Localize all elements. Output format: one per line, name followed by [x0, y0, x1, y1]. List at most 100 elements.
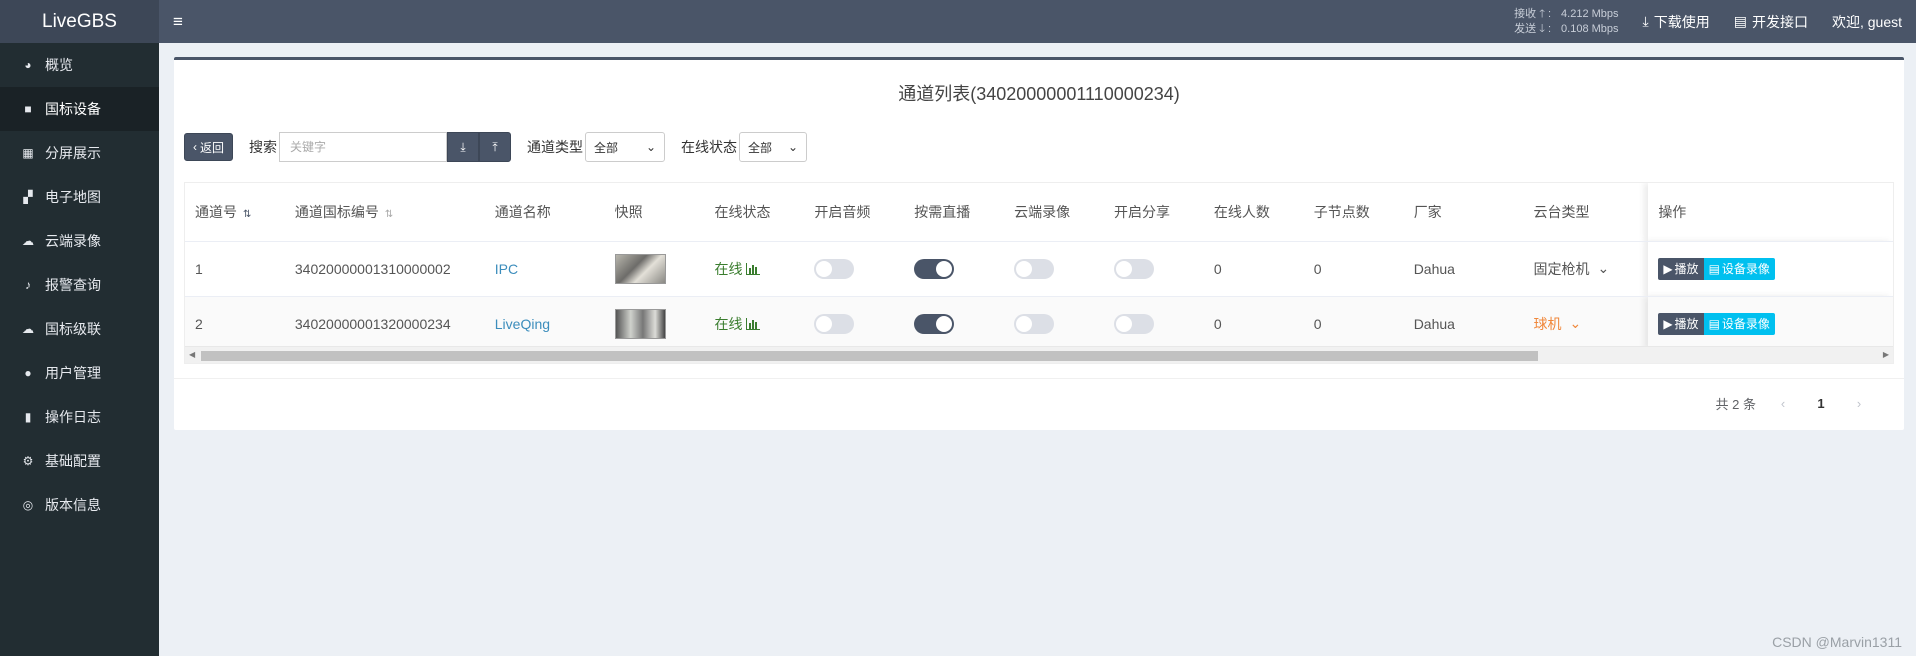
snapshot-thumbnail[interactable] [614, 308, 666, 339]
audio-switch[interactable] [814, 313, 855, 334]
scroll-right-icon[interactable]: ▶ [1883, 350, 1889, 359]
play-button[interactable]: ▶ 播放 [1658, 257, 1704, 280]
sidebar-item-label: 概览 [45, 57, 73, 73]
online-status-text: 在线 [714, 315, 743, 332]
sidebar-item-label: 版本信息 [45, 497, 101, 513]
video-camera-icon: ■ [24, 102, 32, 116]
cell-gb-code: 34020000001310000002 [284, 241, 485, 297]
table-header-row: 通道号 ⇅ 通道国标编号 ⇅ 通道名称 快照 在线状态 开启音频 按需直播 云端录像… [185, 183, 1893, 242]
sidebar-item-label: 操作日志 [45, 409, 101, 425]
bitrate-display: 接收 🡑 : 4.212 Mbps 发送 🡓 : 0.108 Mbps [1514, 7, 1619, 35]
column-header-name: 通道名称 [484, 183, 605, 242]
sidebar-item-cloud-record[interactable]: ☁ 云端录像 [0, 219, 159, 263]
horizontal-scrollbar[interactable]: ◀ ▶ [185, 346, 1893, 363]
snapshot-thumbnail[interactable] [614, 253, 666, 284]
sidebar-item-alarm[interactable]: ♪ 报警查询 [0, 263, 159, 307]
sort-icon[interactable]: ⇅ [385, 209, 393, 220]
table-row: 1 34020000001310000002 IPC 在线 0 0 Dahua … [185, 241, 1893, 297]
users-icon: ● [24, 366, 32, 380]
column-header-snapshot: 快照 [604, 183, 705, 242]
column-header-online-count: 在线人数 [1203, 183, 1304, 242]
upload-button[interactable]: ⤒ [479, 132, 512, 162]
search-input[interactable] [279, 132, 448, 162]
download-link[interactable]: ⤓ 下载使用 [1643, 12, 1710, 32]
api-link[interactable]: ▤ 开发接口 [1734, 12, 1808, 32]
sidebar-item-map[interactable]: ▞ 电子地图 [0, 175, 159, 219]
sort-icon[interactable]: ⇅ [243, 209, 251, 220]
audio-switch[interactable] [814, 258, 855, 279]
channel-name-link[interactable]: LiveQing [495, 316, 550, 332]
sidebar-item-overview[interactable]: ◕ 概览 [0, 43, 159, 87]
cloud-record-switch[interactable] [1014, 258, 1055, 279]
chevron-down-icon: ⌄ [1597, 260, 1610, 276]
column-header-share: 开启分享 [1104, 183, 1204, 242]
sidebar-item-split-screen[interactable]: ▦ 分屏展示 [0, 131, 159, 175]
chevron-down-icon: ⌄ [645, 140, 657, 154]
hamburger-icon[interactable]: ≡ [173, 12, 193, 32]
back-label: 返回 [200, 140, 225, 155]
sidebar-item-label: 报警查询 [45, 277, 101, 293]
sidebar-item-label: 用户管理 [45, 365, 101, 381]
bar-chart-icon[interactable] [746, 317, 761, 333]
play-icon: ▶ [1663, 316, 1673, 331]
chevron-left-icon: ‹ [193, 140, 197, 154]
sidebar-item-config[interactable]: ⚙ 基础配置 [0, 439, 159, 483]
ptz-type-select[interactable]: 球机 ⌄ [1533, 314, 1648, 334]
sidebar-item-logs[interactable]: ▮ 操作日志 [0, 395, 159, 439]
sidebar-item-label: 国标级联 [45, 321, 101, 337]
prev-page-icon[interactable]: ‹ [1764, 396, 1802, 411]
share-switch[interactable] [1114, 313, 1155, 334]
cloud-record-switch[interactable] [1014, 313, 1055, 334]
cell-channel-no: 2 [185, 296, 285, 352]
sidebar-item-label: 基础配置 [45, 453, 101, 469]
column-header-on-demand: 按需直播 [904, 183, 1005, 242]
cell-children: 0 [1303, 241, 1404, 297]
top-header: LiveGBS ≡ 接收 🡑 : 4.212 Mbps 发送 🡓 : 0.108… [0, 0, 1916, 43]
app-logo[interactable]: LiveGBS [0, 0, 159, 43]
channel-type-select[interactable]: 全部 ⌄ [585, 132, 666, 162]
device-record-button[interactable]: ▤ 设备录像 [1703, 257, 1775, 280]
chevron-down-icon: ⌄ [787, 140, 799, 154]
column-header-gb-code[interactable]: 通道国标编号 ⇅ [284, 183, 485, 242]
device-record-button[interactable]: ▤ 设备录像 [1703, 312, 1775, 335]
sidebar: ◕ 概览 ■ 国标设备 ▦ 分屏展示 ▞ 电子地图 ☁ 云端录像 ♪ 报警查询 … [0, 43, 159, 656]
sidebar-item-users[interactable]: ● 用户管理 [0, 351, 159, 395]
column-header-children: 子节点数 [1303, 183, 1404, 242]
column-header-channel-no[interactable]: 通道号 ⇅ [185, 183, 285, 242]
online-status-select[interactable]: 全部 ⌄ [739, 132, 808, 162]
back-button[interactable]: ‹ 返回 [184, 133, 234, 161]
user-welcome[interactable]: 欢迎, guest [1832, 12, 1902, 32]
page-number[interactable]: 1 [1802, 396, 1840, 411]
channel-name-link[interactable]: IPC [495, 261, 518, 277]
channel-list-panel: 通道列表(34020000001110000234) ‹ 返回 搜索 ⤓ ⤒ 通… [174, 57, 1904, 430]
api-label: 开发接口 [1751, 13, 1808, 30]
sidebar-item-cascade[interactable]: ☁ 国标级联 [0, 307, 159, 351]
cell-online-count: 0 [1203, 296, 1304, 352]
sidebar-item-label: 电子地图 [45, 189, 101, 205]
scrollbar-thumb[interactable] [201, 351, 1538, 361]
cell-channel-no: 1 [185, 241, 285, 297]
sidebar-item-version[interactable]: ◎ 版本信息 [0, 483, 159, 527]
on-demand-switch[interactable] [914, 313, 955, 334]
scroll-left-icon[interactable]: ◀ [189, 350, 195, 359]
column-header-vendor: 厂家 [1403, 183, 1524, 242]
send-label: 发送 [1514, 22, 1537, 35]
sidebar-item-gb-devices[interactable]: ■ 国标设备 [0, 87, 159, 131]
column-header-cloud-record: 云端录像 [1004, 183, 1105, 242]
total-count: 共 2 条 [1715, 397, 1756, 412]
on-demand-switch[interactable] [914, 258, 955, 279]
column-header-ptz-type: 云台类型 [1523, 183, 1649, 242]
cell-online-count: 0 [1203, 241, 1304, 297]
play-button[interactable]: ▶ 播放 [1658, 312, 1704, 335]
download-button[interactable]: ⤓ [447, 132, 480, 162]
bar-chart-icon[interactable] [746, 262, 761, 278]
share-switch[interactable] [1114, 258, 1155, 279]
recv-label: 接收 [1514, 7, 1537, 20]
cloud-upload-icon: ☁ [22, 322, 34, 336]
ptz-type-select[interactable]: 固定枪机 ⌄ [1533, 259, 1648, 279]
download-icon: ⤓ [1642, 13, 1649, 29]
table-row: 2 34020000001320000234 LiveQing 在线 0 0 D… [185, 296, 1893, 352]
next-page-icon[interactable]: › [1840, 396, 1878, 411]
sidebar-item-label: 云端录像 [45, 233, 101, 249]
arrow-down-icon: 🡓 [1539, 22, 1545, 35]
